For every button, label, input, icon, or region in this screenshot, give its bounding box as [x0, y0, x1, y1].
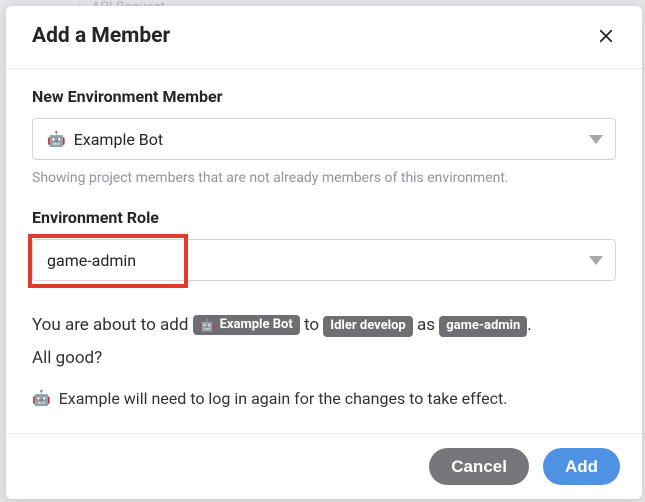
role-chip-label: game-admin: [446, 318, 520, 335]
member-field: New Environment Member 🤖 Example Bot Sho…: [32, 87, 616, 186]
bot-icon: 🤖: [200, 319, 215, 331]
environment-chip-label: Idler develop: [330, 318, 405, 335]
member-helper-text: Showing project members that are not alr…: [32, 170, 616, 186]
modal-backdrop: › API Request Add a Member New Environme…: [0, 0, 645, 502]
role-select[interactable]: game-admin: [32, 239, 616, 281]
add-button[interactable]: Add: [543, 448, 620, 485]
confirm-suffix: .: [527, 315, 531, 335]
modal-footer: Cancel Add: [6, 433, 642, 499]
member-select-text: Example Bot: [74, 130, 163, 149]
role-select-text: game-admin: [47, 251, 136, 270]
confirm-question: All good?: [32, 348, 102, 368]
member-chip-label: Example Bot: [220, 317, 293, 334]
confirm-mid1: to: [304, 315, 319, 335]
bot-icon: 🤖: [47, 132, 66, 147]
confirm-mid2: as: [417, 315, 435, 335]
member-chip: 🤖 Example Bot: [193, 315, 300, 336]
chevron-down-icon: [589, 256, 603, 265]
relogin-text: Example will need to log in again for th…: [59, 389, 508, 408]
role-field: Environment Role game-admin: [32, 208, 616, 281]
environment-chip: Idler develop: [323, 316, 412, 337]
confirm-prefix: You are about to add: [32, 315, 188, 335]
close-button[interactable]: [596, 26, 616, 46]
cancel-button[interactable]: Cancel: [429, 448, 529, 485]
add-member-modal: Add a Member New Environment Member 🤖 Ex…: [6, 6, 642, 499]
modal-body: New Environment Member 🤖 Example Bot Sho…: [6, 69, 642, 433]
bot-icon: 🤖: [32, 391, 51, 406]
modal-header: Add a Member: [6, 6, 642, 69]
role-field-label: Environment Role: [32, 208, 616, 227]
chevron-down-icon: [589, 135, 603, 144]
member-field-label: New Environment Member: [32, 87, 616, 106]
role-chip: game-admin: [439, 316, 527, 337]
role-select-value: game-admin: [47, 251, 136, 270]
close-icon: [597, 27, 615, 45]
relogin-notice: 🤖 Example will need to log in again for …: [32, 389, 616, 408]
member-select-value: 🤖 Example Bot: [47, 130, 163, 149]
confirmation-text: You are about to add 🤖 Example Bot to Id…: [32, 309, 616, 375]
modal-title: Add a Member: [32, 24, 170, 48]
member-select[interactable]: 🤖 Example Bot: [32, 118, 616, 160]
